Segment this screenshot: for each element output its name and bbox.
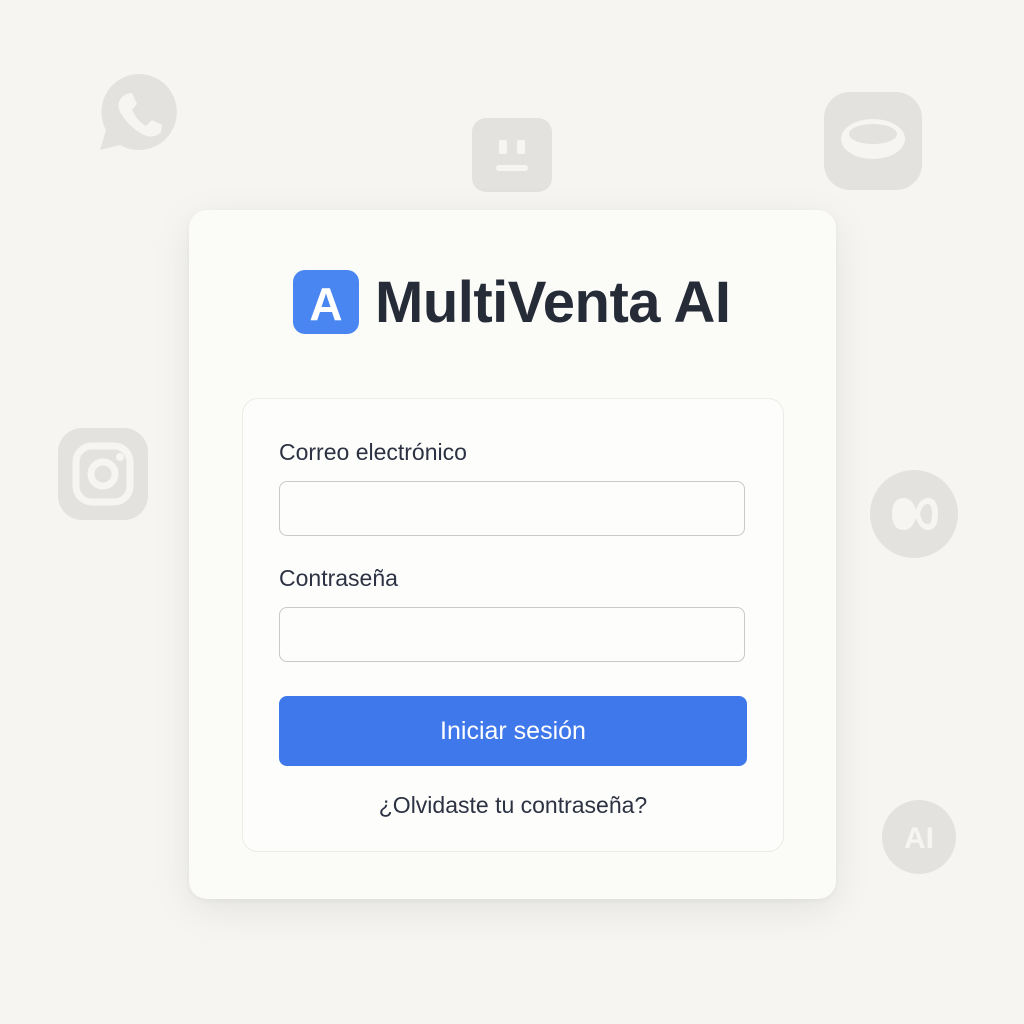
login-button[interactable]: Iniciar sesión — [279, 696, 747, 766]
email-label: Correo electrónico — [279, 439, 467, 465]
password-label: Contraseña — [279, 565, 398, 591]
ai-badge-icon: AI — [882, 800, 956, 874]
email-field[interactable] — [279, 481, 745, 536]
chat-bot-icon — [472, 118, 552, 192]
login-card: A MultiVenta AI Correo electrónico Contr… — [189, 210, 836, 899]
brand-logo-icon: A — [293, 270, 359, 334]
forgot-password-link[interactable]: ¿Olvidaste tu contraseña? — [243, 792, 783, 819]
login-form: Correo electrónico Contraseña Iniciar se… — [242, 398, 784, 852]
password-field[interactable] — [279, 607, 745, 662]
instagram-icon — [58, 428, 148, 520]
brand-name: MultiVenta AI — [375, 269, 731, 335]
messenger-icon — [824, 92, 922, 190]
brand-header: A MultiVenta AI — [293, 269, 731, 335]
svg-text:A: A — [309, 278, 342, 326]
ai-badge-text: AI — [904, 822, 934, 855]
meta-icon — [870, 470, 958, 558]
whatsapp-icon — [98, 72, 180, 154]
